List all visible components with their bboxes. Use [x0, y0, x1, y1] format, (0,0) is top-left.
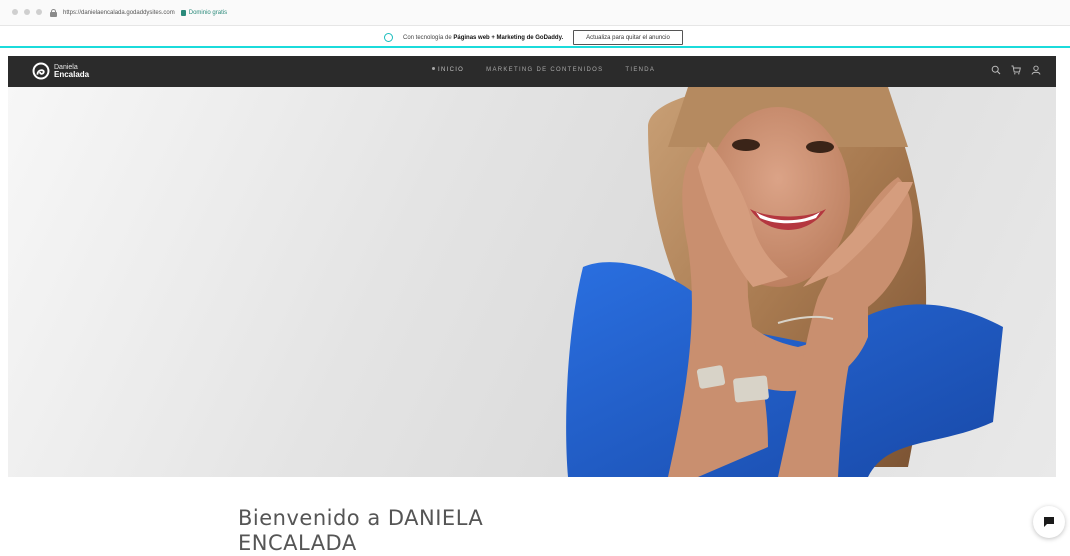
url-field[interactable]: https://danielaencalada.godaddysites.com… — [50, 5, 227, 21]
window-dot-icon[interactable] — [24, 9, 30, 15]
lock-icon — [50, 9, 57, 17]
logo-text-last: Encalada — [54, 70, 90, 79]
logo-mark-icon — [32, 62, 50, 80]
hero-image — [8, 87, 1056, 477]
account-icon[interactable] — [1031, 65, 1041, 75]
welcome-heading: Bienvenido a DANIELA ENCALADA — [238, 506, 484, 555]
ad-text: Con tecnología de Páginas web + Marketin… — [403, 34, 564, 41]
chat-icon — [1044, 517, 1054, 527]
cart-icon[interactable] — [1011, 65, 1021, 75]
window-dot-icon[interactable] — [12, 9, 18, 15]
nav-item-inicio[interactable]: INICIO — [432, 67, 464, 73]
nav-item-tienda[interactable]: TIENDA — [625, 67, 655, 73]
chat-button[interactable] — [1033, 506, 1065, 538]
nav-item-marketing[interactable]: MARKETING DE CONTENIDOS — [486, 67, 603, 73]
hero-photo-woman — [566, 87, 1003, 477]
site-logo[interactable]: Daniela Encalada — [32, 62, 89, 80]
url-text[interactable]: https://danielaencalada.godaddysites.com — [63, 10, 175, 16]
remove-ad-button[interactable]: Actualiza para quitar el anuncio — [573, 30, 683, 45]
window-dot-icon[interactable] — [36, 9, 42, 15]
active-dot-icon — [432, 67, 435, 70]
free-domain-label[interactable]: Dominio gratis — [189, 10, 227, 16]
window-controls — [12, 9, 42, 15]
free-domain-link[interactable]: Dominio gratis — [180, 10, 227, 16]
browser-address-bar: https://danielaencalada.godaddysites.com… — [0, 0, 1070, 26]
search-icon[interactable] — [991, 65, 1001, 75]
godaddy-logo-icon — [384, 33, 393, 42]
site-header: Daniela Encalada INICIO MARKETING DE CON… — [8, 56, 1056, 87]
main-nav: INICIO MARKETING DE CONTENIDOS TIENDA — [432, 67, 655, 73]
tag-icon — [180, 10, 186, 16]
ad-banner: Con tecnología de Páginas web + Marketin… — [0, 26, 1070, 48]
